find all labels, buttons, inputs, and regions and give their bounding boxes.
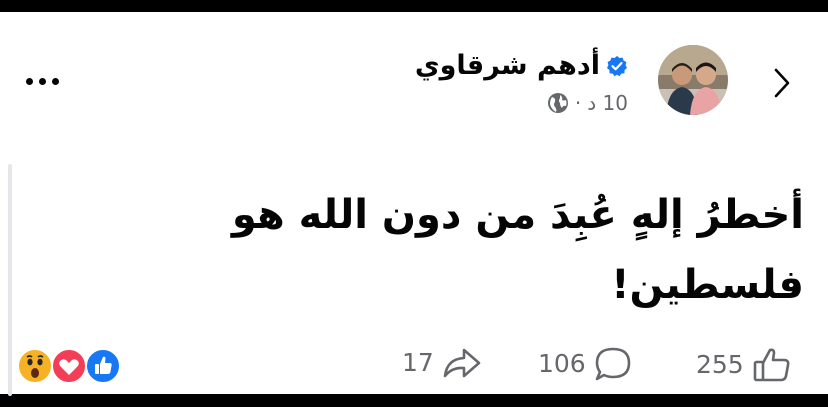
- author-name-row: أدهم شرقاوي: [415, 49, 628, 83]
- globe-icon: [547, 92, 569, 114]
- share-count: 17: [402, 348, 434, 377]
- like-reaction-icon: [85, 348, 121, 384]
- thumbs-up-icon: [753, 348, 790, 382]
- post-text-line: أخطرُ إلهٍ عُبِدَ من دون الله هو: [231, 192, 804, 238]
- avatar[interactable]: [658, 45, 728, 115]
- meta-separator: ·: [574, 91, 582, 115]
- avatar-photo: [658, 45, 728, 115]
- post-time[interactable]: 10 د: [587, 91, 628, 115]
- comment-bubble-icon: [595, 347, 631, 381]
- more-dots-icon: [26, 78, 33, 85]
- post-text-line: فلسطين!: [611, 262, 804, 308]
- share-button[interactable]: 17: [402, 346, 482, 380]
- chevron-right-icon: [774, 68, 790, 98]
- more-dots-icon: [52, 78, 59, 85]
- reactions-summary[interactable]: [17, 348, 127, 384]
- more-options-button[interactable]: [26, 78, 59, 85]
- like-count: 255: [696, 350, 744, 379]
- back-button[interactable]: [766, 67, 798, 99]
- verified-badge-icon: [606, 55, 628, 77]
- author-block: أدهم شرقاوي 10 د ·: [415, 49, 628, 115]
- more-dots-icon: [39, 78, 46, 85]
- author-name[interactable]: أدهم شرقاوي: [415, 49, 600, 83]
- scrollbar[interactable]: [8, 164, 12, 396]
- comment-button[interactable]: 106: [538, 346, 632, 382]
- comment-count: 106: [538, 349, 586, 378]
- share-arrow-icon: [443, 348, 481, 378]
- post-card: أدهم شرقاوي 10 د · أخطرُ إلهٍ عُبِدَ من …: [0, 12, 828, 396]
- love-reaction-icon: [51, 348, 87, 384]
- post-meta: 10 د ·: [547, 91, 628, 115]
- like-button[interactable]: 255: [696, 346, 792, 384]
- wow-reaction-icon: [17, 348, 53, 384]
- post-text: أخطرُ إلهٍ عُبِدَ من دون الله هو فلسطين!: [44, 180, 804, 320]
